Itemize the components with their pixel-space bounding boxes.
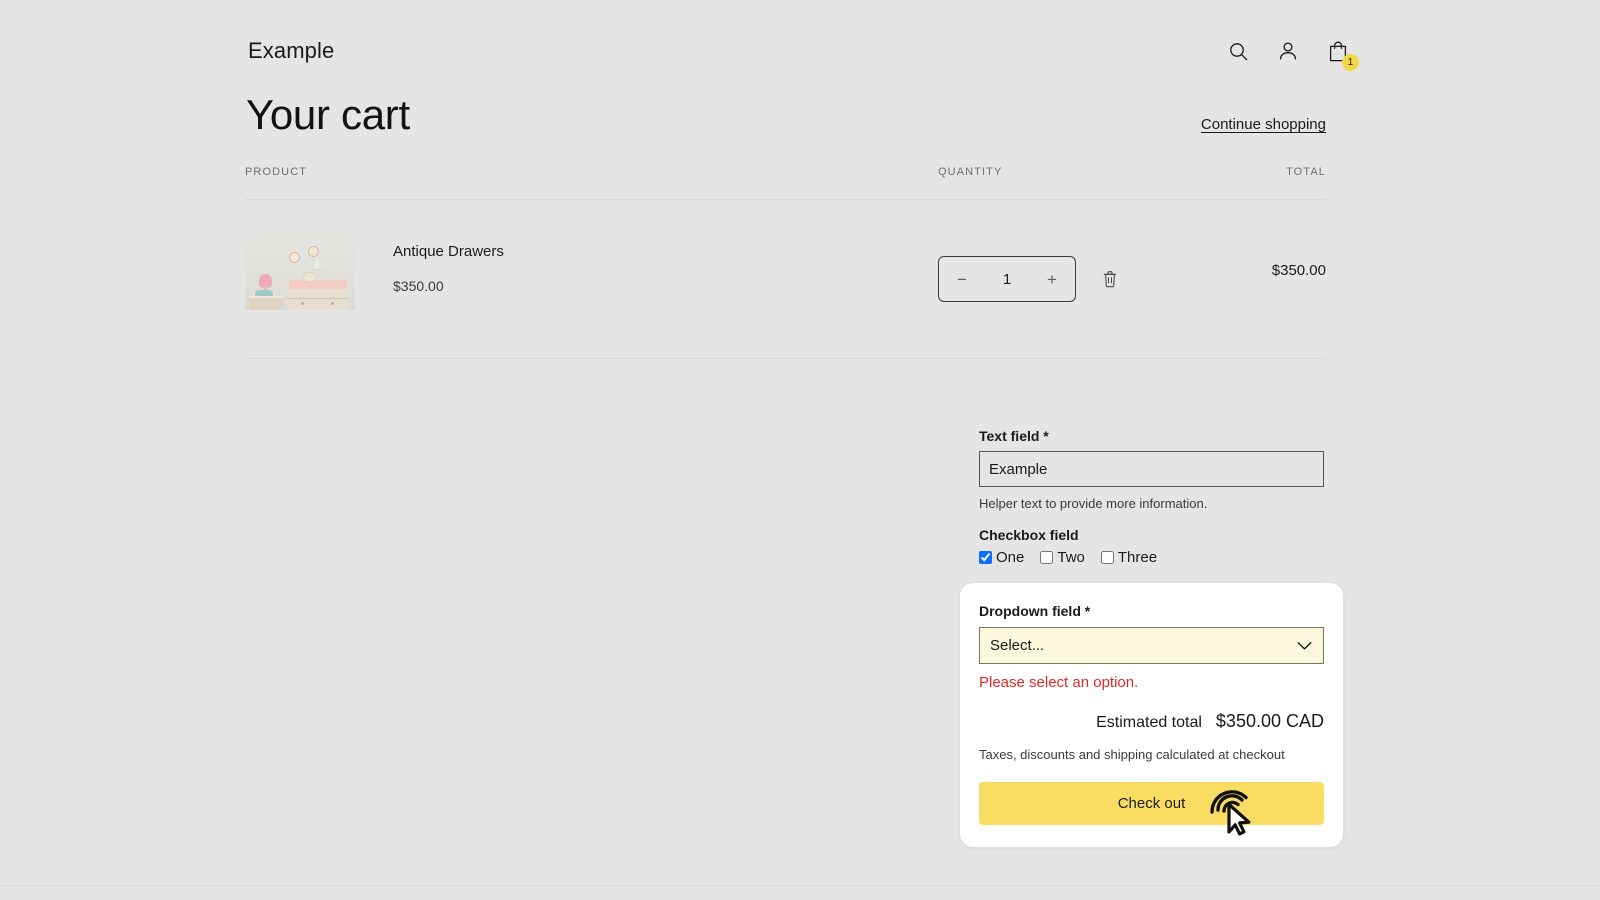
checkbox-input-one[interactable] [979,551,992,564]
text-field-helper: Helper text to provide more information. [979,496,1208,511]
dropdown-field-select[interactable]: Select... [979,627,1324,664]
brand-logo[interactable]: Example [248,38,334,64]
checkbox-label-three: Three [1117,549,1158,566]
checkbox-group: One Two Three [979,549,1324,566]
quantity-decrease-button[interactable]: − [953,271,971,288]
dropdown-error-message: Please select an option. [979,674,1139,691]
column-header-total: TOTAL [1286,166,1326,178]
product-unit-price: $350.00 [393,277,444,294]
quantity-stepper[interactable]: − 1 + [938,256,1076,302]
quantity-increase-button[interactable]: + [1043,271,1061,288]
product-info: Antique Drawers $350.00 [393,236,504,294]
table-row: Antique Drawers $350.00 − 1 + $350.00 [245,200,1326,359]
chevron-down-icon [1297,641,1312,650]
product-cell: Antique Drawers $350.00 [245,236,938,310]
dropdown-field-label: Dropdown field * [979,603,1091,619]
checkbox-label-one: One [996,549,1025,566]
checkout-button[interactable]: Check out [979,782,1324,825]
quantity-value[interactable]: 1 [1003,271,1011,288]
cart-table-header: PRODUCT QUANTITY TOTAL [245,166,1326,200]
text-field-input[interactable] [979,451,1324,487]
account-icon[interactable] [1275,38,1301,64]
tax-note: Taxes, discounts and shipping calculated… [979,747,1285,762]
product-title[interactable]: Antique Drawers [393,242,504,262]
column-header-product: PRODUCT [245,166,308,178]
cart-badge-count: 1 [1342,54,1359,71]
checkbox-input-two[interactable] [1040,551,1054,564]
estimated-total-row: Estimated total $350.00 CAD [979,711,1324,732]
checkbox-field-label: Checkbox field [979,527,1079,543]
trash-icon[interactable] [1100,268,1120,290]
checkbox-option-three[interactable]: Three [1100,549,1158,566]
site-header: Example 1 [248,38,1359,71]
estimated-total-value: $350.00 CAD [1215,711,1324,731]
estimated-total-label: Estimated total [1096,714,1202,731]
quantity-cell: − 1 + [938,236,1238,302]
checkbox-option-two[interactable]: Two [1040,549,1085,566]
checkbox-label-two: Two [1057,549,1085,566]
form-area: Text field * Helper text to provide more… [979,428,1324,566]
text-field-label: Text field * [979,428,1049,444]
page-title: Your cart [246,91,410,138]
dropdown-selected-value: Select... [990,637,1045,654]
cart-table: PRODUCT QUANTITY TOTAL Antique Drawers $… [245,166,1326,359]
search-icon[interactable] [1225,38,1251,64]
order-summary-card: Dropdown field * Select... Please select… [960,583,1343,847]
product-thumbnail[interactable] [245,236,355,310]
checkbox-input-three[interactable] [1100,551,1114,564]
footer-divider [0,885,1600,886]
title-row: Your cart Continue shopping [246,91,1326,138]
cart-icon[interactable]: 1 [1325,38,1359,71]
continue-shopping-link[interactable]: Continue shopping [1201,116,1326,133]
checkbox-option-one[interactable]: One [979,549,1024,566]
header-icon-group: 1 [1225,38,1359,71]
line-total: $350.00 [1271,262,1326,279]
cart-page: Example 1 Your cart Continue shopping PR… [0,0,1600,900]
column-header-quantity: QUANTITY [938,166,1003,178]
